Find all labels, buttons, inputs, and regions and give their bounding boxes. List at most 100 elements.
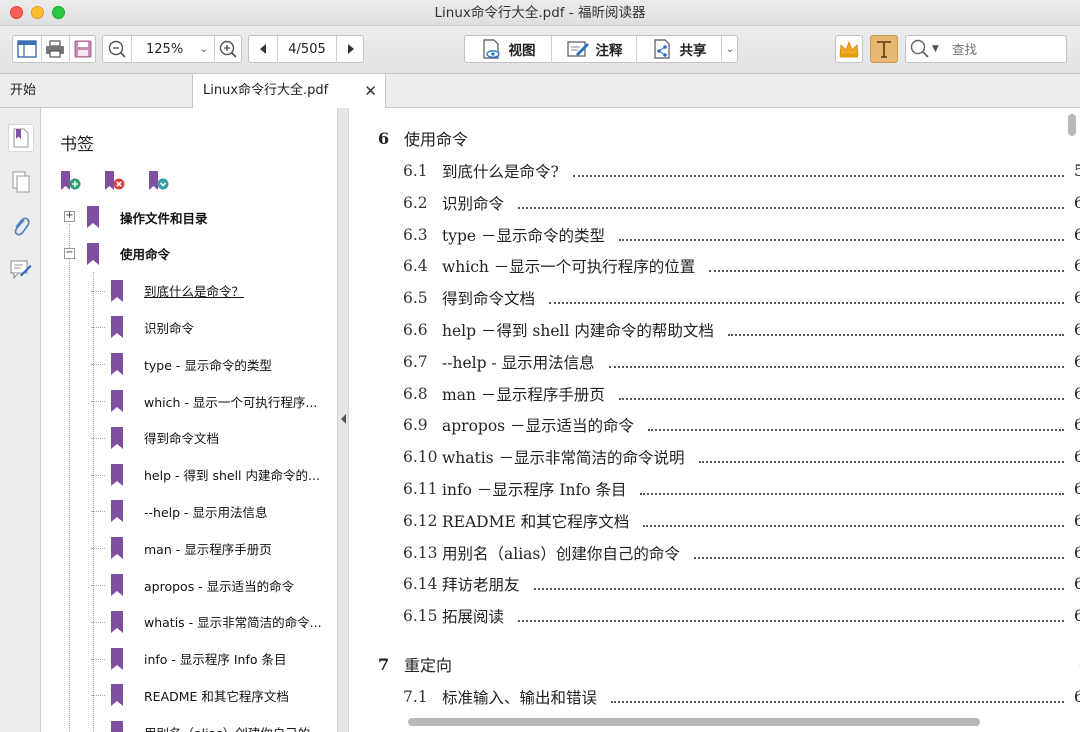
maximize-window-button[interactable] [52,6,65,19]
zoom-out-icon [108,40,126,58]
toc-section[interactable]: 6.14 拜访老朋友 6 [403,571,1080,597]
toc-section[interactable]: 6.3 type －显示命令的类型 6 [403,222,1080,248]
tab-start[interactable]: 开始 [0,74,192,108]
delete-bookmark-button[interactable] [103,170,127,192]
view-button[interactable]: 视图 [465,36,551,62]
bookmark-item[interactable]: help - 得到 shell 内建命令的... [91,457,333,493]
prev-page-button[interactable] [249,36,277,62]
toc-section[interactable]: 6.4 which －显示一个可执行程序的位置 6 [403,253,1080,279]
bookmark-item[interactable]: + 操作文件和目录 [64,199,333,235]
minimize-window-button[interactable] [31,6,44,19]
bookmark-item[interactable]: 识别命令 [91,309,333,345]
bookmark-item[interactable]: 到底什么是命令？ [91,273,333,309]
toc-section[interactable]: 6.9 apropos －显示适当的命令 6 [403,412,1080,438]
zoom-select[interactable]: 125% ⌄ [132,36,214,62]
bookmark-ribbon-icon [111,721,123,732]
bookmark-ribbon-icon [111,574,123,596]
tree-child-guide [93,272,94,732]
bookmark-item[interactable]: − 使用命令 [64,236,333,272]
bookmarks-panel-button[interactable] [8,124,34,152]
expand-icon[interactable]: + [64,211,75,222]
bookmark-ribbon-icon [111,610,123,633]
close-tab-icon[interactable]: ✕ [364,74,377,108]
collapse-icon[interactable]: − [64,247,75,259]
chapter-title: 使用命令 [404,130,469,149]
tab-document[interactable]: Linux命令行大全.pdf ✕ [192,74,386,109]
search-input[interactable] [952,39,1062,59]
collapse-panel-icon[interactable] [339,413,349,425]
bookmark-ribbon-icon [111,684,123,707]
toc-chapter[interactable]: 6使用命令5 [378,125,1080,151]
add-bookmark-button[interactable] [59,170,83,192]
bookmark-ribbon-icon [111,463,123,486]
toc-section[interactable]: 6.12 README 和其它程序文档 6 [403,508,1080,534]
bookmark-item[interactable]: 得到命令文档 [91,420,333,456]
leader-dots [698,455,1064,464]
navigation-strip [0,108,41,732]
bookmark-item[interactable]: type - 显示命令的类型 [91,346,333,382]
bookmarks-panel: 书签 + 操作文件和目录 − 使用命令 到底什么是命令？ 识别命令 type - 显示命令的… [41,108,337,732]
toc-section[interactable]: 6.2 识别命令 6 [403,190,1080,216]
annotate-button[interactable]: 注释 [552,36,636,62]
zoom-in-button[interactable] [214,36,242,62]
next-page-button[interactable] [337,36,364,62]
bookmark-ribbon-icon [87,206,99,228]
bookmark-label: 操作文件和目录 [120,210,208,226]
bookmark-item[interactable]: apropos - 显示适当的命令 [91,567,333,603]
toc-section[interactable]: 6.13 用别名（alias）创建你自己的命令 6 [403,540,1080,566]
comments-panel-button[interactable] [8,256,34,284]
bookmark-ribbon-icon [111,426,123,449]
section-page: 6 [1074,448,1080,467]
thumbnails-panel-button[interactable] [8,168,34,196]
premium-button[interactable] [835,35,863,63]
bookmark-item[interactable]: whatis - 显示非常简洁的命令... [91,604,333,640]
share-button[interactable]: 共享 [637,36,721,62]
more-tools-button[interactable]: ⌄ [722,36,738,62]
panel-splitter[interactable] [337,108,349,732]
bookmark-item[interactable]: info - 显示程序 Info 条目 [91,641,333,677]
bookmark-item[interactable]: README 和其它程序文档 [91,677,333,713]
bookmark-options-button[interactable] [147,170,171,192]
zoom-out-button[interactable] [103,36,131,62]
section-number: 6.2 [403,193,428,212]
bookmark-page-icon [13,128,29,148]
toc-section[interactable]: 6.1 到底什么是命令? 5 [403,158,1080,184]
bookmark-item[interactable]: which - 显示一个可执行程序... [91,383,333,419]
window-controls [10,6,65,19]
save-button[interactable] [69,36,97,62]
toc-section[interactable]: 6.7 --help - 显示用法信息 6 [403,349,1080,375]
search-options-caret-icon[interactable]: ▼ [932,44,939,54]
bookmark-label: 识别命令 [144,320,195,336]
chapter-number: 6 [378,128,390,148]
bookmark-item[interactable]: --help - 显示用法信息 [91,493,333,529]
toc-section[interactable]: 6.5 得到命令文档 6 [403,285,1080,311]
toc-section[interactable]: 7.1 标准输入、输出和错误 6 [403,684,1080,710]
bookmark-label: 使用命令 [120,247,171,263]
toolbar: 125% ⌄ 4/505 视图 注释 共享 ⌄ ▼ 查找 [0,26,1080,74]
typewriter-button[interactable] [870,35,898,63]
annotate-label: 注释 [595,43,623,59]
close-window-button[interactable] [10,6,23,19]
sidebar-toggle-button[interactable] [13,36,41,62]
horizontal-scrollbar[interactable] [408,718,980,726]
title-bar: Linux命令行大全.pdf - 福昕阅读器 [0,0,1080,26]
toc-section[interactable]: 6.8 man －显示程序手册页 6 [403,381,1080,407]
toc-section[interactable]: 6.10 whatis －显示非常简洁的命令说明 6 [403,444,1080,470]
toc-section[interactable]: 6.15 拓展阅读 6 [403,603,1080,629]
bookmark-item[interactable]: 用别名（alias）创建你自己的... [111,714,333,732]
toc-section[interactable]: 6.6 help －得到 shell 内建命令的帮助文档 6 [403,317,1080,343]
print-button[interactable] [41,36,69,62]
search-box[interactable]: ▼ [905,35,1067,63]
double-chevron-down-icon: ⌄ [725,43,735,55]
toc-chapter[interactable]: 7重定向6 [378,651,1080,677]
section-page: 6 [1074,511,1080,530]
attachments-panel-button[interactable] [8,212,34,240]
vertical-scrollbar[interactable] [1068,114,1076,136]
section-number: 6.8 [403,384,428,403]
leader-dots [533,582,1064,591]
section-number: 7.1 [403,688,428,706]
toc-section[interactable]: 6.11 info －显示程序 Info 条目 6 [403,476,1080,502]
leader-dots [640,487,1064,495]
page-number-field[interactable]: 4/505 [278,36,336,62]
bookmark-item[interactable]: man - 显示程序手册页 [91,530,333,566]
